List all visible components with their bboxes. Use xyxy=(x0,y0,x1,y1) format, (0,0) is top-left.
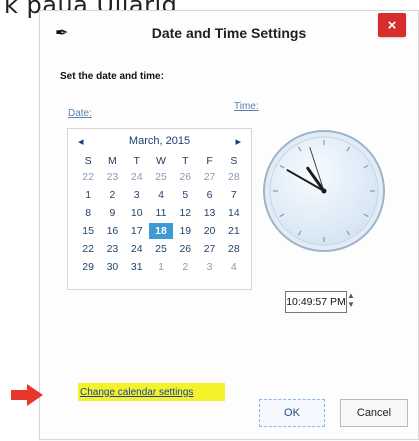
calendar-day[interactable]: 26 xyxy=(173,241,197,257)
calendar-day[interactable]: 5 xyxy=(173,187,197,203)
highlight-marker: Change calendar settings xyxy=(78,383,225,401)
calendar-day[interactable]: 20 xyxy=(197,223,221,239)
calendar-day[interactable]: 25 xyxy=(149,169,173,185)
calendar-day[interactable]: 7 xyxy=(222,187,246,203)
calendar-grid: S M T W T F S 22 23 24 25 26 27 28 1 2 3 4 5 6 7 8 9 10 11 12 13 14… xyxy=(76,155,246,275)
calendar-day[interactable]: 10 xyxy=(125,205,149,221)
calendar-day[interactable]: 1 xyxy=(149,259,173,275)
calendar-day[interactable]: 24 xyxy=(125,241,149,257)
time-label: Time: xyxy=(234,101,259,112)
weekday-header: S xyxy=(230,155,238,167)
analog-clock xyxy=(260,127,388,255)
month-label[interactable]: March, 2015 xyxy=(68,135,251,147)
weekday-header: T xyxy=(133,155,140,167)
calendar-day[interactable]: 21 xyxy=(222,223,246,239)
cancel-button[interactable]: Cancel xyxy=(340,399,408,427)
calendar-day[interactable]: 6 xyxy=(197,187,221,203)
weekday-header: M xyxy=(108,155,117,167)
calendar-day[interactable]: 23 xyxy=(100,241,124,257)
weekday-header: F xyxy=(206,155,213,167)
date-time-settings-dialog: ✒ Date and Time Settings × Set the date … xyxy=(11,10,419,440)
clock-center xyxy=(321,188,327,194)
set-date-time-heading: Set the date and time: xyxy=(60,71,164,82)
calendar-day[interactable]: 17 xyxy=(125,223,149,239)
calendar-day[interactable]: 9 xyxy=(100,205,124,221)
time-increment-icon[interactable]: ▲ xyxy=(346,291,356,300)
calendar-day[interactable]: 14 xyxy=(222,205,246,221)
calendar-day[interactable]: 26 xyxy=(173,169,197,185)
clock-face-graphic xyxy=(263,130,385,252)
change-calendar-settings-link[interactable]: Change calendar settings xyxy=(78,387,193,398)
calendar-day[interactable]: 3 xyxy=(197,259,221,275)
calendar-day[interactable]: 1 xyxy=(76,187,100,203)
weekday-header: T xyxy=(182,155,189,167)
calendar-day[interactable]: 4 xyxy=(222,259,246,275)
calendar-day[interactable]: 16 xyxy=(100,223,124,239)
weekday-header: W xyxy=(156,155,166,167)
red-arrow-icon xyxy=(11,384,43,406)
calendar-day[interactable]: 28 xyxy=(222,241,246,257)
calendar-day[interactable]: 15 xyxy=(76,223,100,239)
next-month-button[interactable]: ▸ xyxy=(235,135,241,148)
time-input[interactable]: 10:49:57 PM xyxy=(285,291,347,313)
calendar-day[interactable]: 2 xyxy=(173,259,197,275)
calendar-day[interactable]: 27 xyxy=(197,241,221,257)
calendar-day[interactable]: 29 xyxy=(76,259,100,275)
calendar: ◂ March, 2015 ▸ S M T W T F S 22 23 24 25 26 27 28 1 2 3… xyxy=(67,128,252,290)
calendar-day[interactable]: 28 xyxy=(222,169,246,185)
time-spinner[interactable]: ▲ ▼ xyxy=(346,291,356,311)
calendar-day[interactable]: 24 xyxy=(125,169,149,185)
dialog-title: Date and Time Settings xyxy=(151,25,307,41)
calendar-day[interactable]: 27 xyxy=(197,169,221,185)
calendar-day[interactable]: 12 xyxy=(173,205,197,221)
calendar-day[interactable]: 22 xyxy=(76,169,100,185)
calendar-day[interactable]: 18 xyxy=(148,223,174,239)
ok-button[interactable]: OK xyxy=(259,399,325,427)
close-button[interactable]: × xyxy=(378,13,406,37)
calendar-day[interactable]: 2 xyxy=(100,187,124,203)
calendar-day[interactable]: 8 xyxy=(76,205,100,221)
calendar-header: ◂ March, 2015 ▸ xyxy=(68,135,251,153)
weekday-header: S xyxy=(84,155,92,167)
time-decrement-icon[interactable]: ▼ xyxy=(346,300,356,309)
calendar-day[interactable]: 13 xyxy=(197,205,221,221)
title-bar: ✒ Date and Time Settings × xyxy=(40,11,418,51)
calendar-day[interactable]: 31 xyxy=(125,259,149,275)
calendar-day[interactable]: 23 xyxy=(100,169,124,185)
calendar-day[interactable]: 25 xyxy=(149,241,173,257)
calendar-day[interactable]: 22 xyxy=(76,241,100,257)
calendar-day[interactable]: 19 xyxy=(173,223,197,239)
calendar-day[interactable]: 30 xyxy=(100,259,124,275)
calendar-day[interactable]: 11 xyxy=(149,205,173,221)
calendar-day[interactable]: 3 xyxy=(125,187,149,203)
calendar-day[interactable]: 4 xyxy=(149,187,173,203)
date-label: Date: xyxy=(68,108,92,119)
